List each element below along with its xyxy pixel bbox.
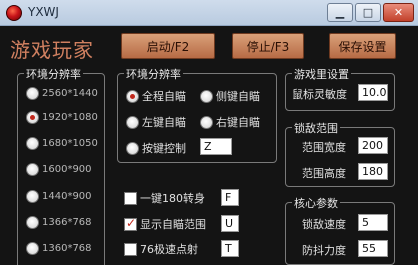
aim-option-label: 侧键自瞄 <box>216 90 260 103</box>
resolution-option-1920x1080[interactable]: 1920*1080 <box>26 111 98 124</box>
show-range-key-input[interactable]: U <box>221 215 239 232</box>
resolution-option-1360x768[interactable]: 1360*768 <box>26 242 92 255</box>
range-width-label: 范围宽度 <box>302 141 346 154</box>
resolution-option-1440x900[interactable]: 1440*900 <box>26 190 92 203</box>
radio-indicator <box>26 190 39 203</box>
checkbox-indicator <box>124 191 137 205</box>
close-icon: ✕ <box>393 6 404 19</box>
resolution-option-label: 1440*900 <box>42 191 92 202</box>
resolution-option-label: 1680*1050 <box>42 138 98 149</box>
resolution-option-2560x1440[interactable]: 2560*1440 <box>26 87 98 100</box>
close-button[interactable]: ✕ <box>383 3 414 22</box>
radio-indicator <box>26 87 39 100</box>
resolution-option-label: 1600*900 <box>42 164 92 175</box>
core-params-group-label: 核心参数 <box>292 195 340 211</box>
recoil-label: 防抖力度 <box>302 244 346 257</box>
checkbox-indicator <box>124 242 137 256</box>
resolution-option-1680x1050[interactable]: 1680*1050 <box>26 137 98 150</box>
resolution-option-label: 1920*1080 <box>42 112 98 123</box>
mouse-sensitivity-input[interactable]: 10.0 <box>358 84 388 101</box>
app-icon <box>6 5 22 21</box>
game-settings-group-label: 游戏里设置 <box>292 66 351 82</box>
lock-range-group: 锁敌范围 范围宽度 200 范围高度 180 <box>285 120 395 187</box>
resolution-option-label: 2560*1440 <box>42 88 98 99</box>
aim-mode-group: 环境分辨率 全程自瞄 侧键自瞄 左键自瞄 右键自瞄 按键控制 Z <box>117 66 277 163</box>
game-settings-group: 游戏里设置 鼠标灵敏度 10.0 <box>285 66 395 111</box>
resolution-option-label: 1366*768 <box>42 217 92 228</box>
checkbox-label: 显示自瞄范围 <box>140 218 206 231</box>
aim-option-left-key[interactable]: 左键自瞄 <box>126 114 186 130</box>
checkbox-label: 76极速点射 <box>140 243 198 256</box>
title-bar[interactable]: YXWJ ▁ □ ✕ <box>0 0 418 26</box>
lock-speed-label: 锁敌速度 <box>302 218 346 231</box>
aim-option-label: 左键自瞄 <box>142 116 186 129</box>
core-params-group: 核心参数 锁敌速度 5 防抖力度 55 <box>285 195 395 265</box>
minimize-icon: ▁ <box>335 6 345 19</box>
aim-option-label: 全程自瞄 <box>142 90 186 103</box>
radio-indicator <box>126 141 139 155</box>
save-settings-button[interactable]: 保存设置 <box>329 33 396 59</box>
resolution-option-label: 1360*768 <box>42 243 92 254</box>
radio-indicator <box>26 242 39 255</box>
rapid-fire-key-input[interactable]: T <box>221 240 239 257</box>
aim-option-full-auto[interactable]: 全程自瞄 <box>126 88 186 104</box>
radio-indicator <box>26 216 39 229</box>
aim-option-key-control[interactable]: 按键控制 <box>126 140 186 156</box>
client-area: 游戏玩家 启动/F2 停止/F3 保存设置 环境分辨率 2560*1440 19… <box>0 26 418 265</box>
resolution-group-label: 环境分辨率 <box>24 66 83 82</box>
maximize-icon: □ <box>362 6 374 19</box>
aim-option-right-key[interactable]: 右键自瞄 <box>200 114 260 130</box>
mouse-sensitivity-label: 鼠标灵敏度 <box>292 88 347 101</box>
lock-speed-input[interactable]: 5 <box>358 214 388 231</box>
checkbox-indicator-checked <box>124 216 137 231</box>
window-title: YXWJ <box>28 5 59 19</box>
lock-range-group-label: 锁敌范围 <box>292 120 340 136</box>
quick-turn-key-input[interactable]: F <box>221 189 239 206</box>
range-width-input[interactable]: 200 <box>358 137 388 154</box>
quick-turn-checkbox[interactable]: 一键180转身 <box>124 190 205 206</box>
stop-button[interactable]: 停止/F3 <box>232 33 304 59</box>
radio-indicator <box>26 137 39 150</box>
resolution-group: 环境分辨率 2560*1440 1920*1080 1680*1050 1600… <box>17 66 105 265</box>
recoil-input[interactable]: 55 <box>358 240 388 257</box>
minimize-button[interactable]: ▁ <box>327 3 353 22</box>
resolution-option-1600x900[interactable]: 1600*900 <box>26 163 92 176</box>
radio-indicator-selected <box>126 89 139 103</box>
app-heading: 游戏玩家 <box>10 38 94 62</box>
range-height-input[interactable]: 180 <box>358 163 388 180</box>
aim-mode-group-label: 环境分辨率 <box>124 66 183 82</box>
radio-indicator <box>200 89 213 103</box>
radio-indicator <box>26 163 39 176</box>
maximize-button[interactable]: □ <box>355 3 381 22</box>
resolution-option-1366x768[interactable]: 1366*768 <box>26 216 92 229</box>
aim-option-label: 右键自瞄 <box>216 116 260 129</box>
range-height-label: 范围高度 <box>302 167 346 180</box>
aim-option-side-key[interactable]: 侧键自瞄 <box>200 88 260 104</box>
key-control-input[interactable]: Z <box>200 138 232 155</box>
checkbox-label: 一键180转身 <box>140 192 205 205</box>
show-range-checkbox[interactable]: 显示自瞄范围 <box>124 216 206 232</box>
rapid-fire-checkbox[interactable]: 76极速点射 <box>124 241 198 257</box>
aim-option-label: 按键控制 <box>142 142 186 155</box>
start-button[interactable]: 启动/F2 <box>121 33 215 59</box>
radio-indicator <box>126 115 139 129</box>
radio-indicator-selected <box>26 111 39 124</box>
radio-indicator <box>200 115 213 129</box>
